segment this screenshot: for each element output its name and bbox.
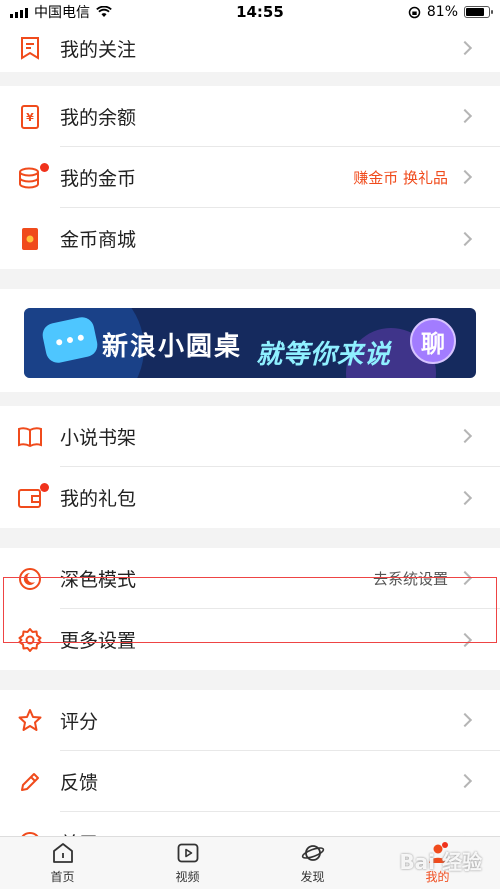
status-time: 14:55	[236, 3, 284, 21]
tab-label: 发现	[300, 870, 325, 884]
menu-label: 我的礼包	[60, 488, 137, 510]
tab-video[interactable]: 视频	[125, 837, 250, 889]
menu-group-content: 小说书架 我的礼包	[0, 406, 500, 528]
wifi-icon	[96, 6, 112, 17]
promo-banner[interactable]: 新浪小圆桌 就等你来说 聊	[24, 308, 476, 378]
banner-badge: 聊	[410, 318, 456, 364]
tab-home[interactable]: 首页	[0, 837, 125, 889]
tab-label: 首页	[50, 870, 75, 884]
open-book-icon	[18, 426, 42, 447]
notification-dot	[40, 163, 49, 172]
dark-mode-hint: 去系统设置	[372, 569, 448, 588]
menu-item-my-balance[interactable]: ¥ 我的余额	[0, 86, 500, 147]
menu-group-follow: 我的关注	[0, 24, 500, 72]
carrier-name: 中国电信	[34, 5, 90, 21]
menu-group-settings: 深色模式 去系统设置 更多设置	[0, 548, 500, 670]
chevron-right-icon	[457, 570, 473, 586]
battery-icon	[464, 6, 493, 18]
menu-item-my-gift[interactable]: 我的礼包	[0, 467, 500, 528]
tab-label: 视频	[175, 870, 200, 884]
red-envelope-icon	[22, 227, 38, 250]
notification-dot	[40, 483, 49, 492]
chevron-right-icon	[457, 231, 473, 246]
menu-item-more-settings[interactable]: 更多设置	[0, 609, 500, 670]
chevron-right-icon	[457, 169, 473, 185]
menu-item-dark-mode[interactable]: 深色模式 去系统设置	[0, 548, 500, 609]
wallet-icon	[18, 488, 41, 508]
menu-item-my-coins[interactable]: 我的金币 赚金币 换礼品	[0, 147, 500, 208]
menu-label: 我的金币	[60, 167, 137, 190]
menu-label: 小说书架	[60, 426, 137, 449]
pencil-icon	[21, 772, 39, 791]
banner-section: 新浪小圆桌 就等你来说 聊	[0, 289, 500, 392]
bookmark-icon	[21, 37, 39, 60]
menu-item-novel-shelf[interactable]: 小说书架	[0, 406, 500, 467]
svg-text:¥: ¥	[26, 111, 34, 124]
menu-label: 深色模式	[60, 568, 137, 591]
chevron-right-icon	[457, 490, 473, 505]
chevron-right-icon	[457, 712, 473, 728]
menu-item-feedback[interactable]: 反馈	[0, 751, 500, 812]
gear-icon	[18, 627, 42, 652]
menu-label: 更多设置	[60, 630, 137, 652]
menu-label: 我的关注	[60, 38, 137, 61]
menu-group-wallet: ¥ 我的余额 我的金币 赚金币 换礼品 金币商城	[0, 86, 500, 269]
menu-label: 我的余额	[60, 106, 137, 129]
video-play-icon	[177, 843, 198, 863]
menu-label: 金币商城	[60, 229, 137, 251]
chevron-right-icon	[457, 428, 473, 444]
dark-mode-icon	[19, 567, 41, 590]
watermark: Bai 经验	[399, 850, 482, 874]
rotation-lock-icon	[408, 6, 421, 18]
wallet-yen-icon: ¥	[21, 104, 39, 129]
menu-item-my-follow[interactable]: 我的关注	[0, 24, 500, 72]
bottom-tab-bar: 首页 视频 发现 我的 Bai 经验	[0, 836, 500, 889]
status-bar: 中国电信 14:55 81%	[0, 0, 500, 24]
chevron-right-icon	[457, 40, 473, 56]
coins-icon	[19, 167, 39, 188]
battery-percent: 81%	[426, 4, 458, 20]
banner-title: 新浪小圆桌	[102, 332, 243, 362]
home-icon	[52, 843, 73, 863]
menu-item-rating[interactable]: 评分	[0, 690, 500, 751]
menu-item-coin-mall[interactable]: 金币商城	[0, 208, 500, 269]
rating-star-icon	[18, 708, 42, 731]
banner-slogan: 就等你来说	[256, 340, 392, 370]
chevron-right-icon	[457, 773, 473, 789]
chevron-right-icon	[457, 108, 473, 124]
planet-icon	[301, 845, 324, 861]
chevron-right-icon	[457, 632, 473, 647]
menu-label: 评分	[60, 710, 99, 733]
tab-discover[interactable]: 发现	[250, 837, 375, 889]
coins-promo-hint: 赚金币 换礼品	[353, 168, 448, 187]
signal-icon	[10, 7, 28, 18]
menu-label: 反馈	[60, 771, 99, 794]
